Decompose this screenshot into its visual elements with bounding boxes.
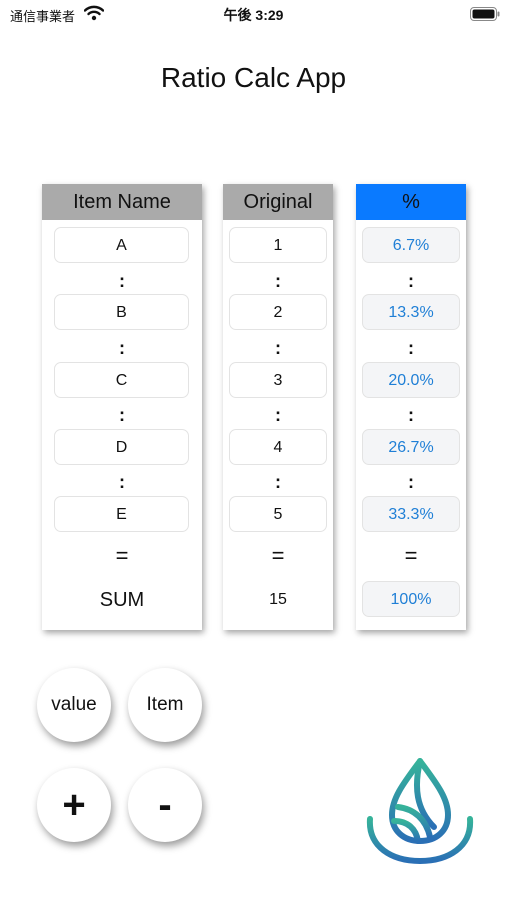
original-value-field[interactable]: 2 [229,294,327,330]
equals-sign: = [115,543,129,568]
percent-value: 33.3% [362,496,460,532]
ratio-separator: : [408,405,414,425]
sum-label: SUM [99,589,145,611]
percent-value: 13.3% [362,294,460,330]
app-title: Ratio Calc App [160,62,347,93]
equals-sign: = [404,543,418,568]
ratio-separator: : [119,271,125,291]
ratio-separator: : [408,472,414,492]
item-button[interactable]: Item [128,668,202,742]
item-name-field[interactable]: B [54,294,189,330]
ratio-separator: : [119,472,125,492]
ratio-separator: : [408,271,414,291]
percent-value: 6.7% [362,227,460,263]
ratio-separator: : [408,338,414,358]
ratio-separator: : [275,472,281,492]
battery-icon [470,7,500,21]
item-name-field[interactable]: D [54,429,189,465]
original-value-field[interactable]: 3 [229,362,327,398]
original-sum-value: 15 [269,591,287,608]
original-value-field[interactable]: 5 [229,496,327,532]
original-header: Original [223,184,333,220]
remove-row-button[interactable]: - [128,768,202,842]
item-name-column: Item Name A : B : C : D : E = SUM [42,184,202,630]
item-name-field[interactable]: E [54,496,189,532]
item-name-field[interactable]: A [54,227,189,263]
original-column: Original 1 : 2 : 3 : 4 : 5 = 15 [223,184,333,630]
drop-logo-icon [366,758,474,864]
value-button[interactable]: value [37,668,111,742]
percent-column: % 6.7% : 13.3% : 20.0% : 26.7% : 33.3% =… [356,184,466,630]
item-name-field[interactable]: C [54,362,189,398]
ratio-separator: : [275,405,281,425]
percent-header: % [356,184,466,220]
ratio-separator: : [119,405,125,425]
status-bar: 通信事業者 午後 3:29 [0,0,507,30]
add-row-button[interactable]: + [37,768,111,842]
ratio-separator: : [119,338,125,358]
original-value-field[interactable]: 4 [229,429,327,465]
original-value-field[interactable]: 1 [229,227,327,263]
percent-value: 26.7% [362,429,460,465]
percent-value: 20.0% [362,362,460,398]
ratio-separator: : [275,338,281,358]
percent-sum-value: 100% [362,581,460,617]
item-name-header: Item Name [42,184,202,220]
clock-time: 午後 3:29 [223,7,284,23]
ratio-separator: : [275,271,281,291]
equals-sign: = [271,543,285,568]
